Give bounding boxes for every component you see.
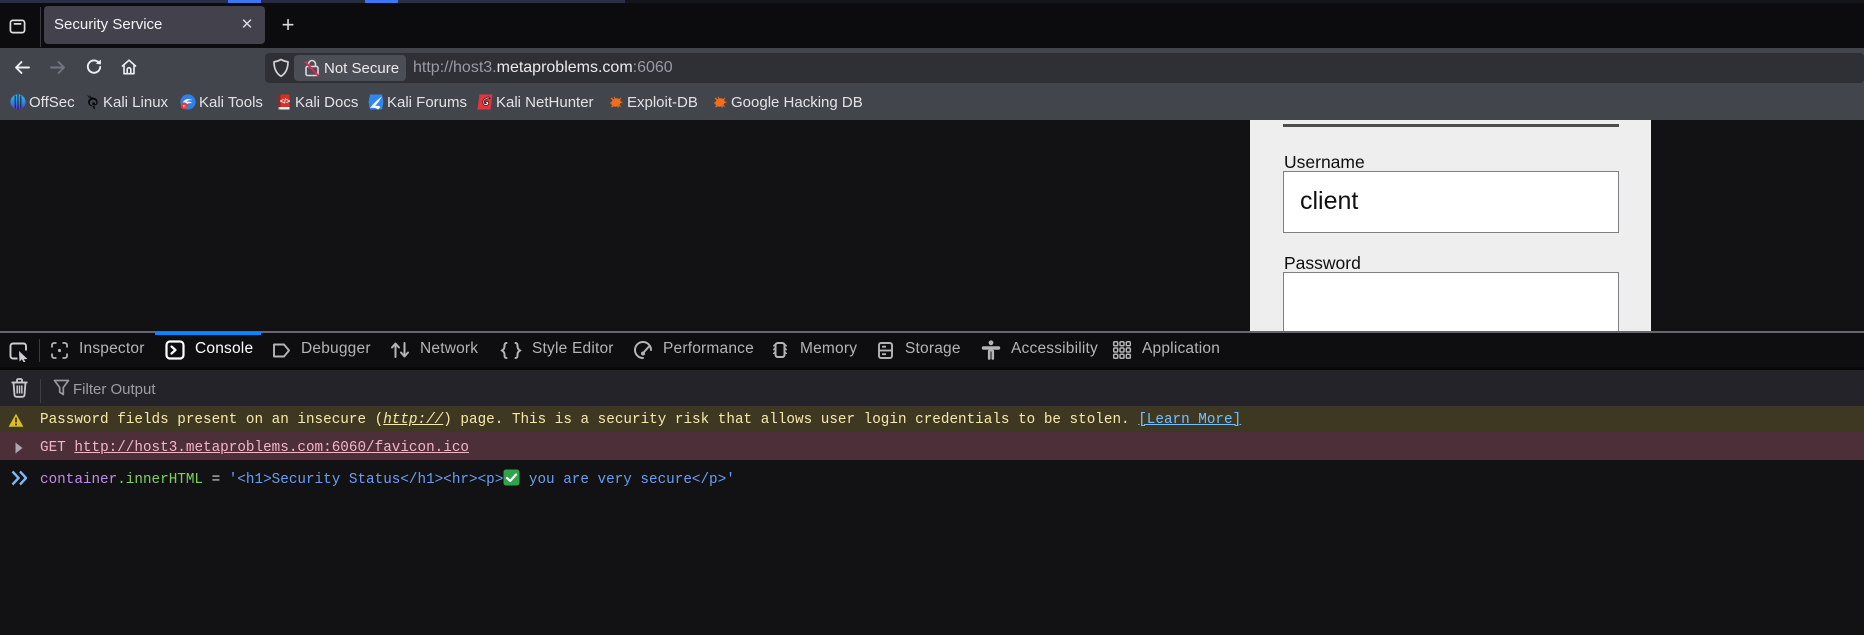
svg-text:</>: </> <box>280 99 290 106</box>
